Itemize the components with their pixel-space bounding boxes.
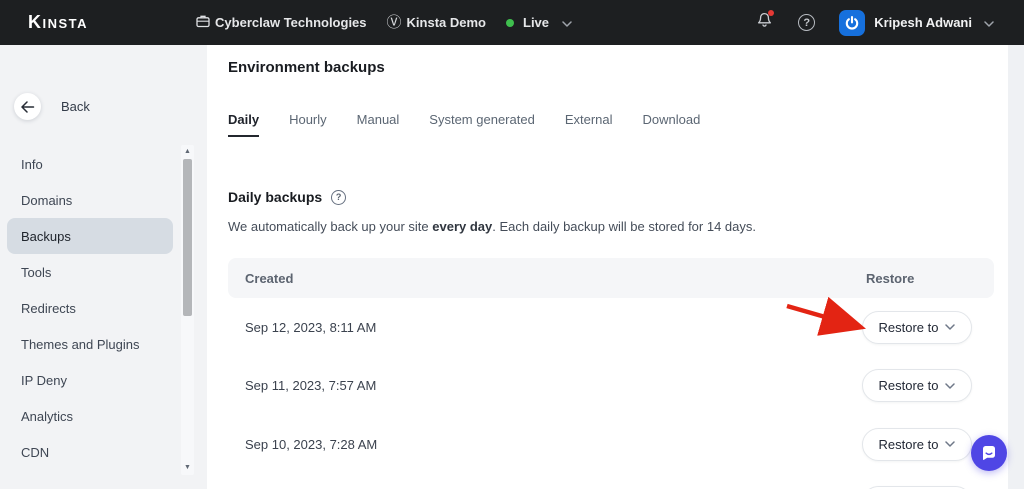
back-arrow-icon: [14, 93, 41, 120]
tab-download[interactable]: Download: [643, 112, 701, 137]
live-status-dot: [506, 19, 514, 27]
table-row: [228, 474, 994, 489]
table-row: Sep 11, 2023, 7:57 AM Restore to: [228, 357, 994, 416]
notification-badge: [768, 10, 774, 16]
page-scrollbar[interactable]: [1008, 45, 1024, 489]
table-row: Sep 10, 2023, 7:28 AM Restore to: [228, 415, 994, 474]
sidebar-scrollbar[interactable]: ▲ ▼: [181, 145, 194, 475]
sidebar-nav: Info Domains Backups Tools Redirects The…: [0, 146, 207, 470]
chevron-down-icon: [945, 324, 955, 330]
sidebar-item-info[interactable]: Info: [0, 146, 207, 182]
backup-created-date: Sep 11, 2023, 7:57 AM: [245, 378, 862, 393]
sidebar-item-cdn[interactable]: CDN: [0, 434, 207, 470]
scroll-up-icon[interactable]: ▲: [181, 147, 194, 157]
company-selector[interactable]: Cyberclaw Technologies: [196, 14, 366, 31]
sidebar-item-ip-deny[interactable]: IP Deny: [0, 362, 207, 398]
column-header-created: Created: [245, 271, 862, 286]
company-name: Cyberclaw Technologies: [215, 15, 366, 30]
sidebar-item-redirects[interactable]: Redirects: [0, 290, 207, 326]
avatar[interactable]: [839, 10, 865, 36]
table-header-row: Created Restore: [228, 258, 994, 298]
site-name: Kinsta Demo: [407, 15, 486, 30]
page-title: Environment backups: [228, 59, 1008, 76]
section-help-icon[interactable]: ?: [331, 190, 346, 205]
sidebar-item-analytics[interactable]: Analytics: [0, 398, 207, 434]
sidebar-item-domains[interactable]: Domains: [0, 182, 207, 218]
backup-created-date: Sep 10, 2023, 7:28 AM: [245, 437, 862, 452]
backups-table: Created Restore Sep 12, 2023, 8:11 AM Re…: [228, 258, 994, 489]
chat-bubble-icon: [980, 444, 998, 462]
briefcase-icon: [196, 14, 210, 31]
description-bold: every day: [432, 219, 492, 234]
section-description: We automatically back up your site every…: [228, 219, 1008, 234]
wordpress-icon: Ⓥ: [387, 15, 402, 30]
sidebar: Back Info Domains Backups Tools Redirect…: [0, 45, 207, 489]
topbar: Kinsta Cyberclaw Technologies Ⓥ Kinsta D…: [0, 0, 1024, 45]
table-row: Sep 12, 2023, 8:11 AM Restore to: [228, 298, 994, 357]
sidebar-item-tools[interactable]: Tools: [0, 254, 207, 290]
tab-hourly[interactable]: Hourly: [289, 112, 327, 137]
section-title: Daily backups: [228, 189, 322, 205]
chevron-down-icon: [945, 383, 955, 389]
chevron-down-icon: [562, 15, 572, 30]
restore-to-button[interactable]: Restore to: [862, 311, 972, 344]
power-icon: [844, 15, 860, 31]
sidebar-item-themes-and-plugins[interactable]: Themes and Plugins: [0, 326, 207, 362]
kinsta-logo[interactable]: Kinsta: [28, 12, 88, 33]
restore-to-button[interactable]: Restore to: [862, 369, 972, 402]
environment-label: Live: [523, 15, 549, 30]
tab-system-generated[interactable]: System generated: [429, 112, 535, 137]
user-name: Kripesh Adwani: [874, 15, 972, 30]
topbar-actions: ? Kripesh Adwani: [757, 10, 994, 36]
scroll-down-icon[interactable]: ▼: [181, 463, 194, 473]
user-menu-chevron-icon[interactable]: [984, 14, 994, 32]
restore-to-label: Restore to: [879, 378, 939, 393]
section-header: Daily backups ?: [228, 189, 1008, 205]
back-label: Back: [61, 99, 90, 114]
restore-to-label: Restore to: [879, 437, 939, 452]
back-button[interactable]: Back: [14, 93, 207, 120]
restore-to-button[interactable]: Restore to: [862, 428, 972, 461]
tab-manual[interactable]: Manual: [357, 112, 400, 137]
notifications-button[interactable]: [757, 12, 772, 33]
sidebar-scrollbar-thumb[interactable]: [183, 159, 192, 316]
backup-created-date: Sep 12, 2023, 8:11 AM: [245, 320, 862, 335]
site-selector[interactable]: Ⓥ Kinsta Demo: [387, 15, 486, 30]
chat-widget-button[interactable]: [971, 435, 1007, 471]
column-header-restore: Restore: [862, 271, 972, 286]
backup-tabs: Daily Hourly Manual System generated Ext…: [228, 112, 1008, 137]
main-content: Environment backups Daily Hourly Manual …: [207, 45, 1008, 489]
tab-daily[interactable]: Daily: [228, 112, 259, 137]
restore-to-label: Restore to: [879, 320, 939, 335]
tab-external[interactable]: External: [565, 112, 613, 137]
chevron-down-icon: [945, 441, 955, 447]
topbar-context: Cyberclaw Technologies Ⓥ Kinsta Demo Liv…: [196, 14, 572, 31]
sidebar-item-backups[interactable]: Backups: [7, 218, 173, 254]
help-button[interactable]: ?: [798, 14, 815, 31]
environment-selector[interactable]: Live: [506, 15, 572, 30]
